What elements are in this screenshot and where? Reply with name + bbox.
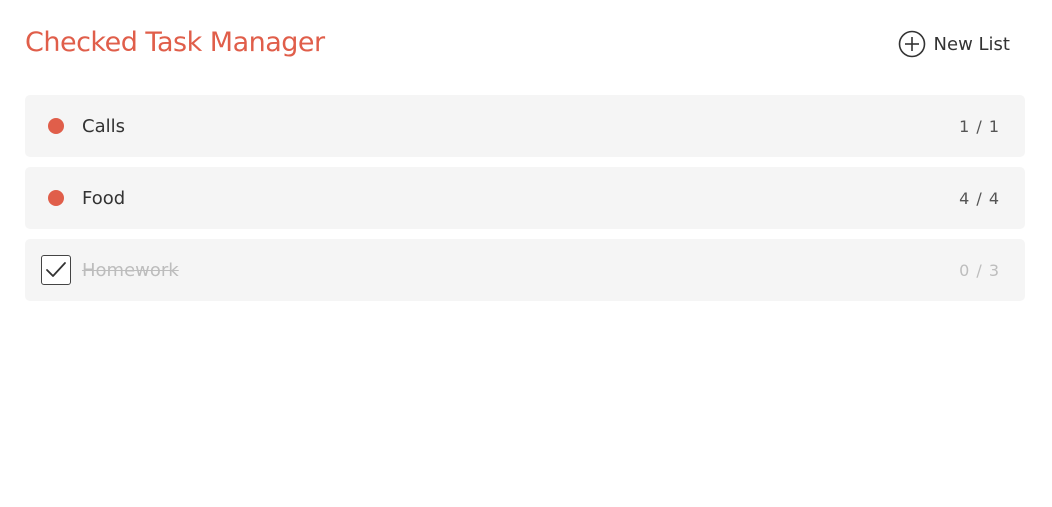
list-item-name: Food	[82, 187, 126, 209]
list-item-count: 1 / 1	[959, 116, 1000, 136]
header: Checked Task Manager New List	[25, 22, 1010, 62]
task-lists: Calls 1 / 1 Food 4 / 4 Homework 0 / 3	[25, 95, 1025, 311]
list-item-name: Calls	[82, 115, 125, 137]
page-title: Checked Task Manager	[25, 26, 325, 58]
new-list-label: New List	[933, 33, 1010, 55]
list-item-food[interactable]: Food 4 / 4	[25, 167, 1025, 229]
status-dot	[48, 118, 64, 134]
list-item-count: 0 / 3	[959, 260, 1000, 280]
plus-circle-icon	[898, 30, 926, 58]
task-manager-app: Checked Task Manager New List Calls 1 / …	[0, 0, 1052, 507]
red-dot-icon[interactable]	[41, 183, 71, 213]
status-dot	[48, 190, 64, 206]
list-item-calls[interactable]: Calls 1 / 1	[25, 95, 1025, 157]
checkmark-icon	[41, 255, 71, 285]
list-item-homework[interactable]: Homework 0 / 3	[25, 239, 1025, 301]
new-list-button[interactable]: New List	[898, 30, 1010, 58]
red-dot-icon[interactable]	[41, 111, 71, 141]
list-item-count: 4 / 4	[959, 188, 1000, 208]
list-item-name: Homework	[82, 259, 179, 281]
list-checkbox[interactable]	[41, 255, 71, 285]
